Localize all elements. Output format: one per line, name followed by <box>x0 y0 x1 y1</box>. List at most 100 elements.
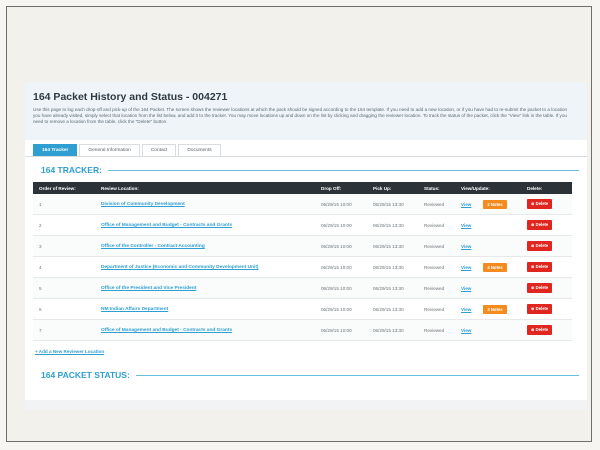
heading-rule <box>107 169 579 171</box>
dropoff-cell: 06/29/15 10:00 <box>315 319 367 341</box>
delete-button[interactable]: ⊗ Delete <box>527 220 553 230</box>
view-link[interactable]: View <box>461 307 471 312</box>
delete-button[interactable]: ⊗ Delete <box>527 241 553 251</box>
dropoff-cell: 06/29/15 10:00 <box>315 194 367 215</box>
col-dropoff: Drop Off: <box>315 182 367 194</box>
status-cell: Reviewed <box>418 214 455 236</box>
location-cell: NM Indian Affairs Department <box>95 298 315 320</box>
status-cell: Reviewed <box>418 235 455 257</box>
page-header: 164 Packet History and Status - 004271 U… <box>25 82 587 140</box>
delete-button[interactable]: ⊗ Delete <box>527 262 553 272</box>
pickup-cell: 06/29/15 13:30 <box>367 194 418 215</box>
tracker-table-body: 1 Division of Community Development 06/29/… <box>33 194 572 341</box>
table-row: 7 Office of Management and Budget - Contr… <box>33 319 572 341</box>
notes-button[interactable]: 3 Notes <box>483 304 507 314</box>
tab-documents[interactable]: Documents <box>178 144 221 156</box>
pickup-cell: 06/29/15 13:30 <box>367 256 418 278</box>
status-cell: Reviewed <box>418 298 455 320</box>
tab-164-tracker[interactable]: 164 Tracker <box>33 144 78 156</box>
tab-contact[interactable]: Contact <box>141 144 177 156</box>
view-update-cell: View <box>455 214 521 236</box>
view-update-cell: View <box>455 319 521 341</box>
tab-bar: 164 Tracker General Information Contact … <box>25 144 587 157</box>
order-cell: 6 <box>33 298 95 320</box>
review-location-link[interactable]: NM Indian Affairs Department <box>101 307 168 312</box>
location-cell: Office of Management and Budget - Contra… <box>95 319 315 341</box>
order-cell: 2 <box>33 214 95 236</box>
review-location-link[interactable]: Office of Management and Budget - Contra… <box>101 223 232 228</box>
status-cell: Reviewed <box>418 256 455 278</box>
view-link[interactable]: View <box>461 223 471 228</box>
dropoff-cell: 06/29/15 10:00 <box>315 256 367 278</box>
table-row: 3 Office of the Controller - Contract Acc… <box>33 235 572 257</box>
add-reviewer-location-link[interactable]: + Add a New Reviewer Location <box>35 349 579 354</box>
order-cell: 7 <box>33 319 95 341</box>
packet-status-heading: 164 PACKET STATUS: <box>41 370 579 380</box>
location-cell: Office of the President and Vice Preside… <box>95 277 315 299</box>
review-location-link[interactable]: Department of Justice (Economic and Comm… <box>101 265 259 270</box>
screenshot-frame: 164 Packet History and Status - 004271 U… <box>6 6 592 442</box>
delete-cell: ⊗ Delete <box>521 277 572 299</box>
delete-cell: ⊗ Delete <box>521 214 572 236</box>
col-view-update: View/Update: <box>455 182 521 194</box>
order-cell: 5 <box>33 277 95 299</box>
tab-general-information[interactable]: General Information <box>79 144 140 156</box>
notes-button[interactable]: 4 Notes <box>483 262 507 272</box>
delete-button[interactable]: ⊗ Delete <box>527 325 553 335</box>
pickup-cell: 06/29/15 13:30 <box>367 277 418 299</box>
delete-cell: ⊗ Delete <box>521 298 572 320</box>
col-pickup: Pick Up: <box>367 182 418 194</box>
delete-cell: ⊗ Delete <box>521 256 572 278</box>
table-row: 1 Division of Community Development 06/29/… <box>33 194 572 215</box>
review-location-link[interactable]: Division of Community Development <box>101 202 185 207</box>
view-link[interactable]: View <box>461 265 471 270</box>
location-cell: Division of Community Development <box>95 194 315 215</box>
view-link[interactable]: View <box>461 286 471 291</box>
view-update-cell: View 2 Notes <box>455 194 521 215</box>
review-location-link[interactable]: Office of the President and Vice Preside… <box>101 286 196 291</box>
page-title: 164 Packet History and Status - 004271 <box>33 91 228 103</box>
dropoff-cell: 06/29/15 10:00 <box>315 298 367 320</box>
delete-cell: ⊗ Delete <box>521 319 572 341</box>
dropoff-cell: 06/29/15 10:00 <box>315 277 367 299</box>
table-header-row: Order of Review: Review Location: Drop O… <box>33 182 572 194</box>
delete-button[interactable]: ⊗ Delete <box>527 304 553 314</box>
packet-page: 164 Packet History and Status - 004271 U… <box>25 82 587 410</box>
dropoff-cell: 06/29/15 10:00 <box>315 235 367 257</box>
tracker-panel: 164 TRACKER: Order of Review: Review Loc… <box>25 165 587 380</box>
delete-button[interactable]: ⊗ Delete <box>527 199 553 209</box>
packet-status-heading-text: 164 PACKET STATUS: <box>41 370 130 380</box>
view-update-cell: View <box>455 277 521 299</box>
pickup-cell: 06/29/15 13:30 <box>367 235 418 257</box>
tracker-heading-text: 164 TRACKER: <box>41 165 102 175</box>
location-cell: Office of the Controller - Contract Acco… <box>95 235 315 257</box>
page-footer <box>25 400 587 410</box>
status-cell: Reviewed <box>418 319 455 341</box>
view-link[interactable]: View <box>461 244 471 249</box>
table-row: 5 Office of the President and Vice Presid… <box>33 277 572 299</box>
delete-button[interactable]: ⊗ Delete <box>527 283 553 293</box>
pickup-cell: 06/29/15 13:30 <box>367 319 418 341</box>
notes-button[interactable]: 2 Notes <box>483 199 507 209</box>
page-instructions: Use this page to log each drop-off and p… <box>33 107 568 124</box>
delete-cell: ⊗ Delete <box>521 235 572 257</box>
order-cell: 3 <box>33 235 95 257</box>
heading-rule <box>135 374 579 376</box>
tracker-heading: 164 TRACKER: <box>41 165 579 175</box>
status-cell: Reviewed <box>418 277 455 299</box>
tracker-table: Order of Review: Review Location: Drop O… <box>33 182 572 341</box>
view-update-cell: View 3 Notes <box>455 298 521 320</box>
view-link[interactable]: View <box>461 328 471 333</box>
table-row: 6 NM Indian Affairs Department 06/29/15 10… <box>33 298 572 320</box>
order-cell: 1 <box>33 194 95 215</box>
table-row: 2 Office of Management and Budget - Contr… <box>33 214 572 236</box>
review-location-link[interactable]: Office of the Controller - Contract Acco… <box>101 244 205 249</box>
review-location-link[interactable]: Office of Management and Budget - Contra… <box>101 328 232 333</box>
view-update-cell: View 4 Notes <box>455 256 521 278</box>
table-row: 4 Department of Justice (Economic and Com… <box>33 256 572 278</box>
location-cell: Department of Justice (Economic and Comm… <box>95 256 315 278</box>
view-update-cell: View <box>455 235 521 257</box>
location-cell: Office of Management and Budget - Contra… <box>95 214 315 236</box>
view-link[interactable]: View <box>461 202 471 207</box>
col-status: Status: <box>418 182 455 194</box>
